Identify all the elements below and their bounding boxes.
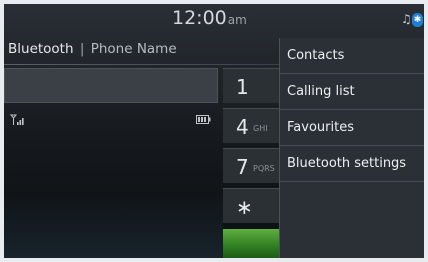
key-digit: 1	[236, 75, 249, 99]
options-menu: Contacts Calling list Favourites Bluetoo…	[279, 38, 424, 258]
music-note-icon: ♫	[401, 12, 412, 26]
status-bar: 12:00am ♫ ✱	[4, 4, 424, 38]
header-divider	[4, 64, 279, 65]
menu-item-bluetooth-settings[interactable]: Bluetooth settings	[280, 146, 424, 182]
menu-item-label: Favourites	[287, 120, 354, 135]
clock-ampm: am	[227, 13, 247, 27]
menu-item-label: Bluetooth settings	[287, 156, 407, 171]
key-star[interactable]: ∗	[223, 188, 279, 223]
menu-item-label: Calling list	[287, 84, 355, 99]
key-digit: ∗	[236, 195, 253, 219]
header-source: Bluetooth	[8, 41, 74, 57]
battery-icon	[196, 115, 211, 124]
menu-item-favourites[interactable]: Favourites	[280, 110, 424, 146]
signal-strength-icon	[10, 114, 24, 125]
dial-number-field[interactable]	[4, 68, 218, 103]
background-glow	[4, 194, 223, 258]
clock: 12:00am	[172, 7, 247, 29]
key-4[interactable]: 4 GHI	[223, 108, 279, 143]
menu-item-contacts[interactable]: Contacts	[280, 38, 424, 74]
menu-item-calling-list[interactable]: Calling list	[280, 74, 424, 110]
key-letters: GHI	[253, 124, 268, 133]
head-unit-screen: 12:00am ♫ ✱ Bluetooth | Phone Name 1 4 G…	[4, 4, 424, 258]
status-icons: ♫ ✱	[401, 12, 423, 27]
key-letters: PQRS	[253, 164, 275, 173]
header-separator: |	[79, 41, 85, 57]
key-digit: 4	[236, 115, 249, 139]
bluetooth-icon: ✱	[412, 13, 423, 27]
call-button[interactable]	[223, 229, 279, 258]
phone-name: Phone Name	[90, 41, 177, 57]
menu-item-label: Contacts	[287, 48, 345, 63]
key-1[interactable]: 1	[223, 68, 279, 103]
bluetooth-header: Bluetooth | Phone Name	[4, 38, 279, 64]
key-digit: 7	[236, 155, 249, 179]
header-title: Bluetooth | Phone Name	[8, 41, 177, 57]
clock-time: 12:00	[172, 7, 227, 29]
key-7[interactable]: 7 PQRS	[223, 148, 279, 183]
